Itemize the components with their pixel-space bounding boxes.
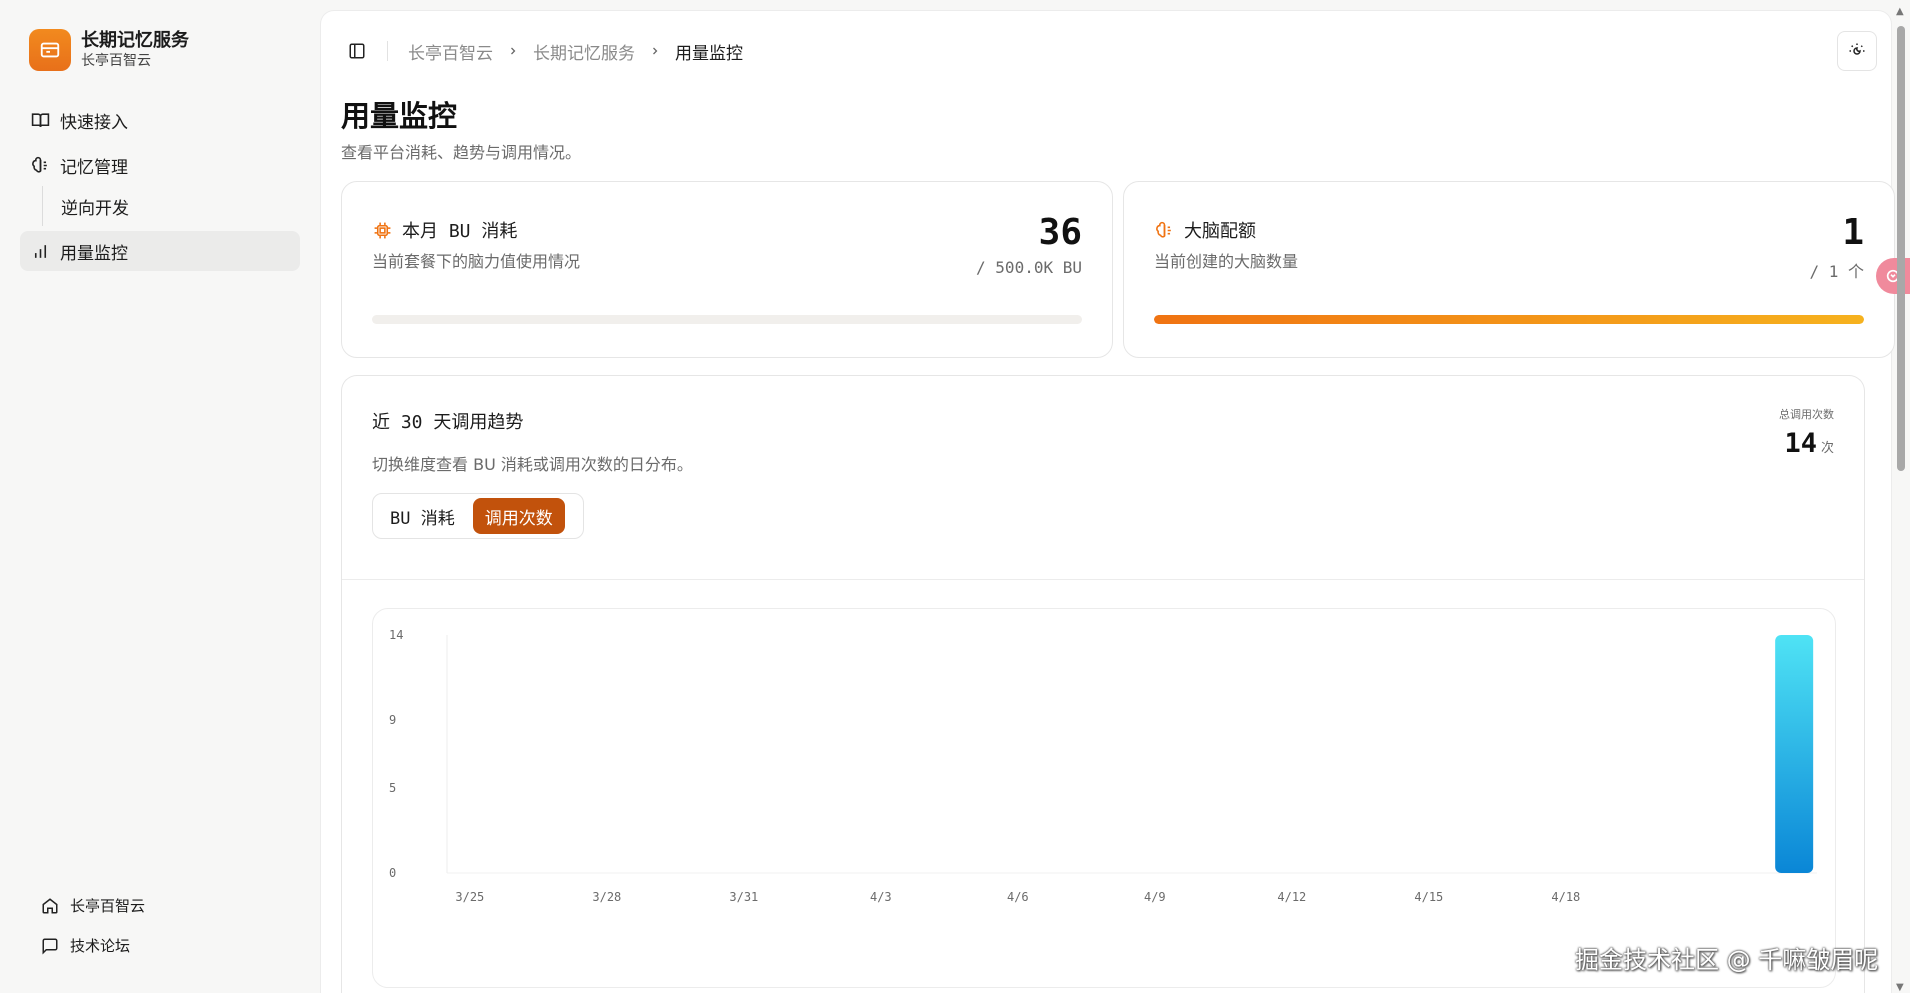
dimension-switch: BU 消耗 调用次数 <box>372 493 584 539</box>
home-icon <box>40 896 60 916</box>
breadcrumb: 长亭百智云 长期记忆服务 用量监控 <box>408 39 743 64</box>
page-title: 用量监控 <box>341 99 458 133</box>
y-tick-label: 5 <box>389 781 396 795</box>
x-tick-label: 4/9 <box>1144 890 1166 904</box>
footer-item-label: 长亭百智云 <box>70 897 146 915</box>
brain-card-value: 1 <box>1842 212 1864 253</box>
scroll-down-icon[interactable]: ▼ <box>1896 982 1904 993</box>
total-calls-value: 14 <box>1784 428 1817 459</box>
x-tick-label: 3/31 <box>729 890 758 904</box>
sidebar-subitem-reverse-dev[interactable]: 逆向开发 <box>42 186 262 226</box>
scroll-thumb[interactable] <box>1897 26 1905 471</box>
y-tick-label: 9 <box>389 713 396 727</box>
panel-left-icon <box>349 43 365 59</box>
brand-logo-icon <box>29 29 71 71</box>
sidebar-toggle-button[interactable] <box>345 39 369 63</box>
sidebar-footer-home[interactable]: 长亭百智云 <box>40 895 145 916</box>
sidebar: 长期记忆服务 长亭百智云 快速接入 记忆管理 逆向开发 用量监控 长亭百智云 技… <box>0 0 318 993</box>
y-tick-label: 0 <box>389 866 396 880</box>
brand-title: 长期记忆服务 <box>81 30 189 51</box>
sidebar-item-quick-start[interactable]: 快速接入 <box>20 100 300 140</box>
x-tick-label: 4/15 <box>1414 890 1443 904</box>
cpu-icon <box>372 220 392 240</box>
brain-icon <box>30 155 50 175</box>
book-open-icon <box>30 110 50 130</box>
x-tick-label: 4/18 <box>1551 890 1580 904</box>
sidebar-item-usage-monitor[interactable]: 用量监控 <box>20 231 300 271</box>
bu-card-desc: 当前套餐下的脑力值使用情况 <box>372 252 581 271</box>
bu-dimension-tab[interactable]: BU 消耗 <box>378 498 467 534</box>
sidebar-footer-forum[interactable]: 技术论坛 <box>40 935 130 956</box>
total-calls: 14 次 <box>1784 428 1834 459</box>
brand-subtitle: 长亭百智云 <box>81 53 151 69</box>
total-calls-label: 总调用次数 <box>1779 408 1834 421</box>
footer-item-label: 技术论坛 <box>70 937 131 955</box>
brain-icon <box>1154 220 1174 240</box>
total-calls-unit: 次 <box>1820 441 1834 456</box>
x-tick-label: 4/6 <box>1007 890 1029 904</box>
calls-dimension-tab[interactable]: 调用次数 <box>472 498 565 534</box>
trend-divider <box>342 579 1864 580</box>
topbar: 长亭百智云 长期记忆服务 用量监控 <box>345 39 743 64</box>
bu-card-title-text: 本月 BU 消耗 <box>402 221 518 242</box>
brain-card-desc: 当前创建的大脑数量 <box>1154 252 1299 271</box>
breadcrumb-item[interactable]: 长期记忆服务 <box>533 39 635 64</box>
trend-card: 近 30 天调用趋势 切换维度查看 BU 消耗或调用次数的日分布。 总调用次数 … <box>341 375 1865 993</box>
theme-toggle-button[interactable] <box>1837 31 1877 71</box>
bu-card-title: 本月 BU 消耗 <box>372 217 517 243</box>
chart-bar <box>1775 635 1814 873</box>
bu-usage-card: 本月 BU 消耗 当前套餐下的脑力值使用情况 36 / 500.0K BU <box>341 181 1113 358</box>
trend-title: 近 30 天调用趋势 <box>372 412 524 433</box>
breadcrumb-current: 用量监控 <box>675 43 743 64</box>
sidebar-item-label: 逆向开发 <box>61 198 129 219</box>
page-scrollbar[interactable]: ▲ ▼ <box>1894 6 1908 993</box>
bu-progress-track <box>372 315 1082 324</box>
x-tick-label: 3/28 <box>592 890 621 904</box>
sun-moon-icon <box>1849 43 1865 55</box>
watermark: 掘金技术社区 @ 千嘛皱眉呢 <box>1575 946 1879 974</box>
x-tick-label: 3/25 <box>455 890 484 904</box>
scroll-up-icon[interactable]: ▲ <box>1896 6 1904 17</box>
main-panel: 长亭百智云 长期记忆服务 用量监控 用量监控 查看平台消耗、趋势与调用情况。 本… <box>320 10 1895 993</box>
sidebar-item-label: 记忆管理 <box>60 157 128 178</box>
x-tick-label: 4/3 <box>870 890 892 904</box>
trend-chart: 0 5 9 14 3/25 3/28 3/31 4/3 4/6 4/9 4/12 4/15 4/18 <box>372 608 1836 988</box>
chevron-right-icon <box>507 45 519 57</box>
page-subtitle: 查看平台消耗、趋势与调用情况。 <box>341 143 582 162</box>
brain-quota-card: 大脑配额 当前创建的大脑数量 1 / 1 个 <box>1123 181 1895 358</box>
bu-card-value: 36 <box>1038 212 1082 253</box>
brain-progress-fill <box>1154 315 1864 324</box>
breadcrumb-item[interactable]: 长亭百智云 <box>408 39 493 64</box>
message-square-icon <box>40 936 60 956</box>
brain-card-unit: / 1 个 <box>1809 262 1864 281</box>
topbar-divider <box>387 41 388 61</box>
brain-card-title-text: 大脑配额 <box>1184 221 1256 242</box>
bar-chart-icon <box>30 241 50 261</box>
bu-card-unit: / 500.0K BU <box>976 258 1082 277</box>
trend-desc: 切换维度查看 BU 消耗或调用次数的日分布。 <box>372 455 693 474</box>
trend-chart-svg: 0 5 9 14 3/25 3/28 3/31 4/3 4/6 4/9 4/12 4/15 4/18 <box>389 628 1817 904</box>
sidebar-item-label: 用量监控 <box>60 243 128 264</box>
sidebar-item-label: 快速接入 <box>60 112 128 133</box>
sidebar-item-memory-management[interactable]: 记忆管理 <box>20 145 300 185</box>
x-tick-label: 4/12 <box>1277 890 1306 904</box>
chevron-right-icon <box>649 45 661 57</box>
brand[interactable]: 长期记忆服务 长亭百智云 <box>29 29 189 71</box>
brain-card-title: 大脑配额 <box>1154 217 1256 243</box>
y-tick-label: 14 <box>389 628 403 642</box>
brain-progress-track <box>1154 315 1864 324</box>
